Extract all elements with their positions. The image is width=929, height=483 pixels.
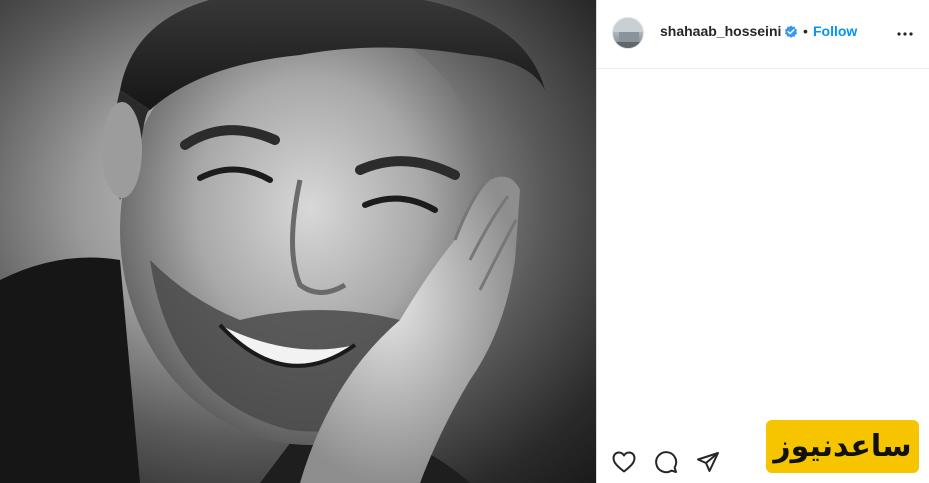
heart-icon[interactable] <box>611 449 637 475</box>
watermark-logo: ساعدنیوز <box>766 420 919 473</box>
instagram-post: shahaab_hosseini • Follow ساعدنیوز <box>0 0 929 483</box>
post-actions <box>611 448 721 476</box>
follow-button[interactable]: Follow <box>813 23 857 39</box>
share-icon[interactable] <box>695 449 721 475</box>
post-header: shahaab_hosseini • Follow <box>597 0 929 69</box>
comment-icon[interactable] <box>653 449 679 475</box>
username-link[interactable]: shahaab_hosseini <box>660 23 781 39</box>
avatar[interactable] <box>612 17 644 49</box>
separator-dot: • <box>803 23 808 39</box>
more-options-icon[interactable] <box>893 22 917 46</box>
post-sidebar: shahaab_hosseini • Follow <box>597 0 929 483</box>
post-photo[interactable] <box>0 0 596 483</box>
portrait-photo <box>0 0 545 483</box>
avatar-image <box>613 18 643 48</box>
verified-badge-icon <box>784 25 798 39</box>
